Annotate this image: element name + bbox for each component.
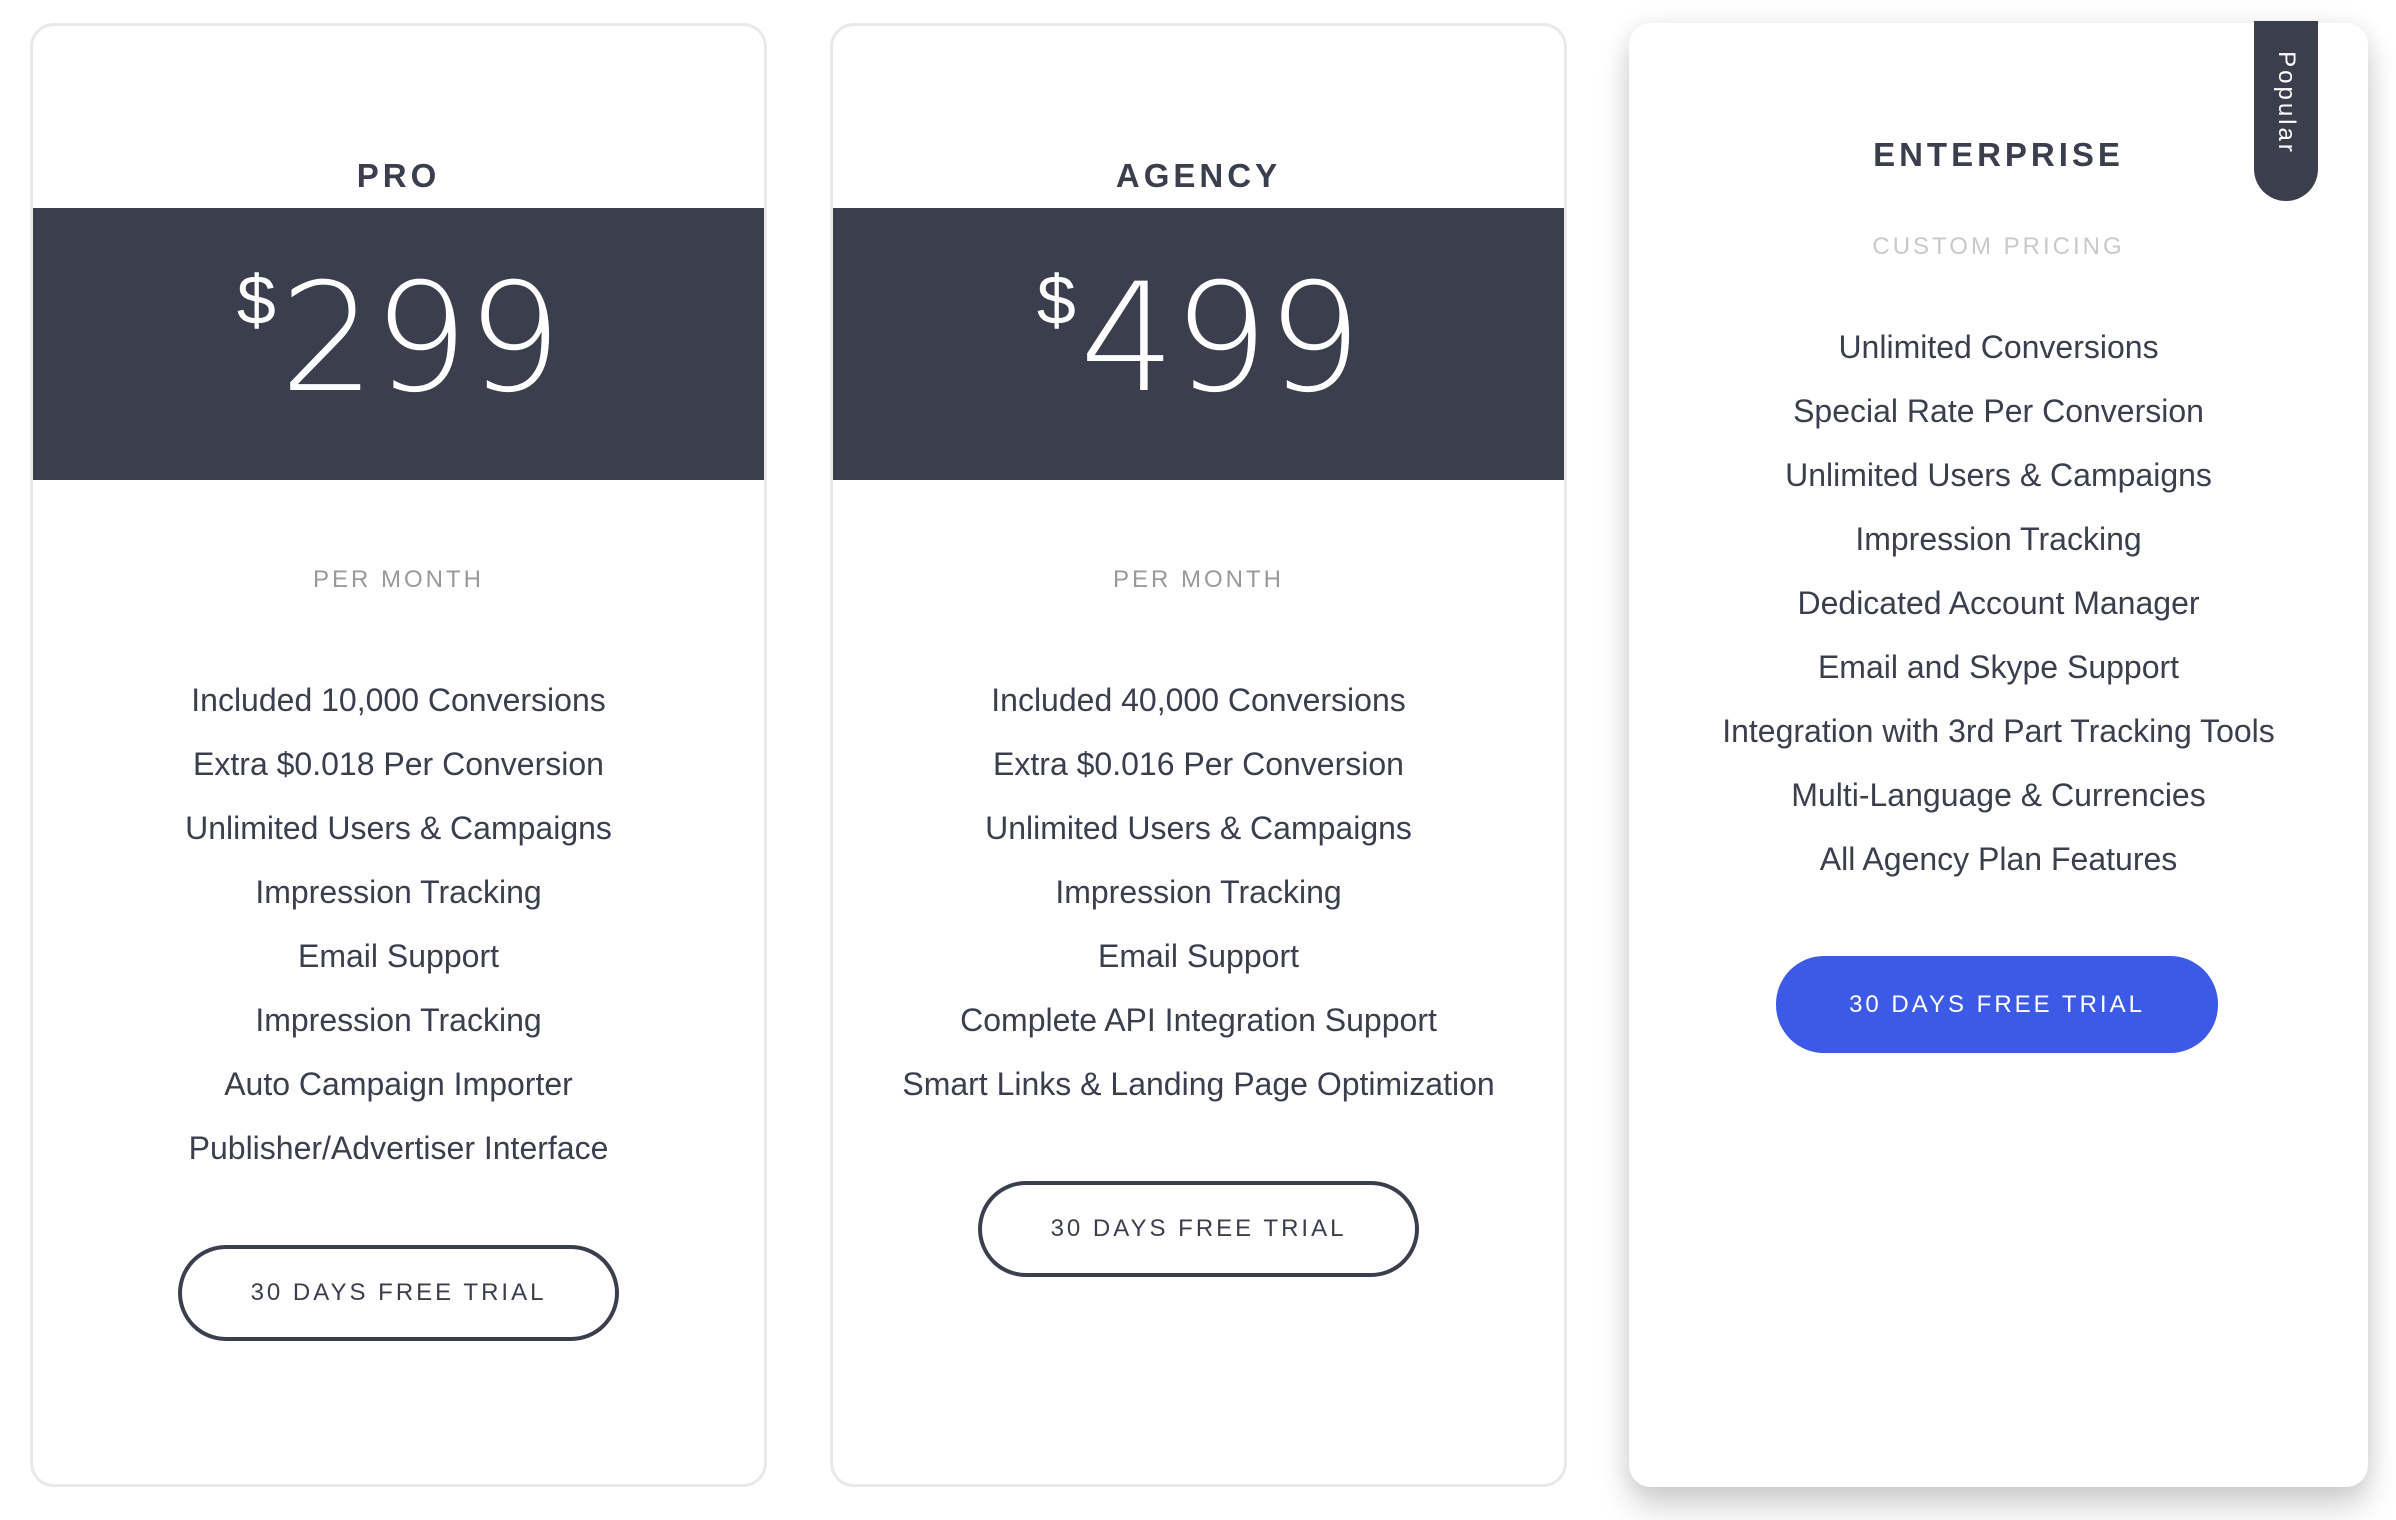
feature-item: Impression Tracking <box>1855 521 2142 557</box>
price-band: $499 <box>833 208 1564 480</box>
feature-item: Unlimited Users & Campaigns <box>1785 457 2212 493</box>
plan-title: PRO <box>356 157 441 194</box>
price-amount: 499 <box>1079 252 1362 426</box>
plan-card-agency: AGENCY $499 PER MONTH Included 40,000 Co… <box>830 23 1567 1487</box>
plan-title: AGENCY <box>1115 157 1282 194</box>
feature-item: Unlimited Users & Campaigns <box>985 810 1412 846</box>
custom-pricing-label: CUSTOM PRICING <box>1872 233 2125 260</box>
price-amount: 299 <box>279 252 562 426</box>
feature-item: Impression Tracking <box>255 874 542 910</box>
currency-symbol: $ <box>1036 261 1076 339</box>
plan-card-pro: PRO $299 PER MONTH Included 10,000 Conve… <box>30 23 767 1487</box>
feature-item: Extra $0.018 Per Conversion <box>193 746 604 782</box>
free-trial-button-agency[interactable]: 30 DAYS FREE TRIAL <box>978 1181 1419 1277</box>
feature-item: Integration with 3rd Part Tracking Tools <box>1722 713 2275 749</box>
feature-item: Multi-Language & Currencies <box>1791 777 2206 813</box>
feature-list: Unlimited Conversions Special Rate Per C… <box>1629 324 2368 900</box>
feature-item: Impression Tracking <box>255 1002 542 1038</box>
price: $499 <box>833 261 1564 414</box>
popular-badge: Popular <box>2254 21 2318 201</box>
feature-item: Email Support <box>298 938 499 974</box>
feature-item: Dedicated Account Manager <box>1797 585 2200 621</box>
feature-item: Special Rate Per Conversion <box>1793 393 2204 429</box>
feature-list: Included 10,000 Conversions Extra $0.018… <box>33 677 764 1189</box>
feature-item: Unlimited Conversions <box>1838 329 2159 365</box>
feature-item: Email and Skype Support <box>1817 649 2180 685</box>
feature-item: Included 40,000 Conversions <box>991 682 1406 718</box>
feature-list: Included 40,000 Conversions Extra $0.016… <box>833 677 1564 1125</box>
feature-item: Smart Links & Landing Page Optimization <box>902 1066 1495 1102</box>
plan-title: ENTERPRISE <box>1873 136 2124 173</box>
feature-item: Unlimited Users & Campaigns <box>185 810 612 846</box>
feature-item: Extra $0.016 Per Conversion <box>993 746 1404 782</box>
price-band: $299 <box>33 208 764 480</box>
plan-card-enterprise: Popular ENTERPRISE CUSTOM PRICING Unlimi… <box>1629 21 2368 1487</box>
free-trial-button-enterprise[interactable]: 30 DAYS FREE TRIAL <box>1776 956 2218 1053</box>
feature-item: Publisher/Advertiser Interface <box>188 1130 609 1166</box>
free-trial-button-pro[interactable]: 30 DAYS FREE TRIAL <box>178 1245 619 1341</box>
feature-item: Auto Campaign Importer <box>224 1066 573 1102</box>
feature-item: Impression Tracking <box>1055 874 1342 910</box>
billing-period: PER MONTH <box>1113 566 1284 593</box>
feature-item: Complete API Integration Support <box>960 1002 1437 1038</box>
feature-item: Email Support <box>1098 938 1299 974</box>
feature-item: Included 10,000 Conversions <box>191 682 606 718</box>
feature-item: All Agency Plan Features <box>1819 841 2178 877</box>
billing-period: PER MONTH <box>313 566 484 593</box>
price: $299 <box>33 261 764 414</box>
currency-symbol: $ <box>236 261 276 339</box>
